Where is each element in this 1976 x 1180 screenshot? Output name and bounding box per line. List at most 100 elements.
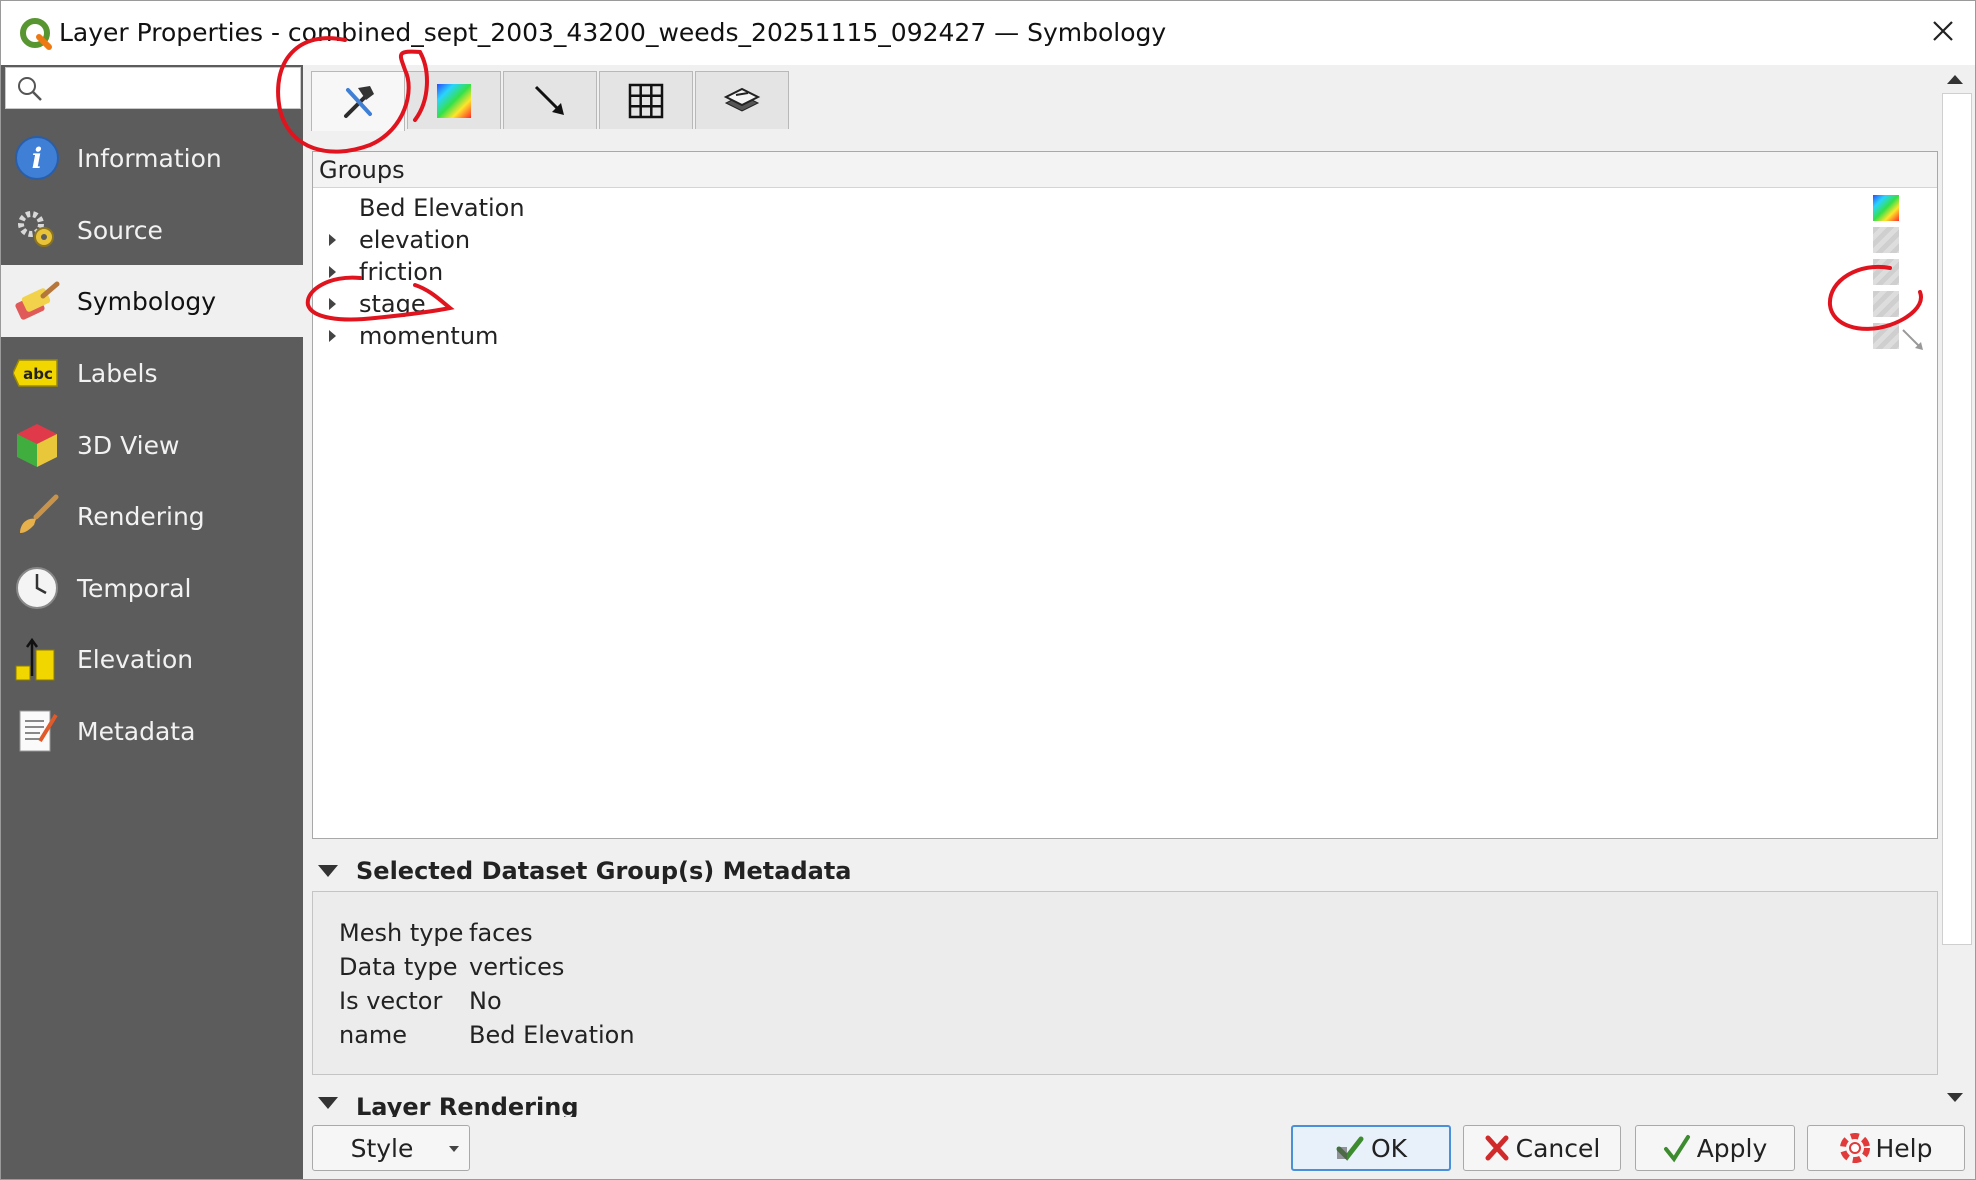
metadata-value: vertices [469, 953, 565, 981]
mesh-grid-icon [628, 83, 664, 118]
group-label: Bed Elevation [359, 194, 525, 222]
group-label: momentum [359, 322, 499, 350]
sidebar-item-label: Temporal [77, 573, 192, 603]
tab-mesh[interactable] [599, 71, 693, 129]
expand-arrow-icon[interactable] [329, 298, 336, 310]
search-icon [18, 77, 42, 101]
sidebar-item-symbology[interactable]: Symbology [1, 265, 303, 337]
metadata-value: No [469, 987, 502, 1015]
sidebar-item-labels[interactable]: abc Labels [1, 337, 303, 409]
search-input[interactable] [5, 67, 301, 109]
sidebar-item-label: Elevation [77, 644, 194, 674]
sidebar-item-label: Metadata [77, 716, 196, 746]
sidebar-item-temporal[interactable]: Temporal [1, 552, 303, 624]
apply-check-icon [1663, 1135, 1690, 1163]
source-gears-icon [13, 206, 61, 254]
metadata-panel: Mesh type faces Data type vertices Is ve… [312, 891, 1938, 1075]
apply-button[interactable]: Apply [1635, 1125, 1795, 1171]
sidebar-item-label: 3D View [77, 430, 180, 460]
cancel-button[interactable]: Cancel [1463, 1125, 1621, 1171]
sidebar-item-source[interactable]: Source [1, 194, 303, 266]
metadata-document-icon [13, 707, 61, 755]
chevron-down-icon [449, 1146, 459, 1152]
group-row-friction[interactable]: friction [313, 256, 1937, 288]
color-ramp-icon [437, 83, 471, 118]
sidebar-item-metadata[interactable]: Metadata [1, 695, 303, 767]
collapse-triangle-icon [318, 865, 338, 877]
metadata-value: Bed Elevation [469, 1021, 635, 1049]
dataset-swatch[interactable] [1873, 227, 1899, 253]
ok-check-icon [1336, 1136, 1364, 1161]
apply-label: Apply [1696, 1133, 1768, 1163]
scroll-down-icon[interactable] [1947, 1093, 1963, 1102]
symbology-brush-icon [13, 277, 61, 325]
group-row-momentum[interactable]: momentum [313, 320, 1937, 352]
metadata-key: Mesh type [339, 919, 464, 947]
dataset-swatch[interactable] [1873, 259, 1899, 285]
sidebar-item-label: Information [77, 143, 222, 173]
tab-vectors[interactable] [503, 71, 597, 129]
scroll-up-icon[interactable] [1947, 75, 1963, 84]
metadata-key: name [339, 1021, 408, 1049]
vector-arrow-icon [1902, 329, 1923, 350]
tab-general[interactable] [311, 71, 405, 131]
rendering-section-toggle[interactable]: Layer Rendering [312, 1083, 1938, 1117]
style-label: Style [350, 1133, 414, 1163]
sidebar-item-information[interactable]: i Information [1, 122, 303, 194]
sidebar-item-label: Rendering [77, 501, 205, 531]
metadata-section-toggle[interactable]: Selected Dataset Group(s) Metadata [312, 851, 1938, 891]
group-row-bed-elevation[interactable]: Bed Elevation [313, 192, 1937, 224]
window-title: Layer Properties - combined_sept_2003_43… [59, 18, 1167, 47]
group-row-stage[interactable]: stage [313, 288, 1937, 320]
qgis-logo-icon [20, 18, 52, 50]
section-title: Selected Dataset Group(s) Metadata [356, 857, 852, 885]
group-label: stage [359, 290, 426, 318]
section-title: Layer Rendering [356, 1093, 579, 1117]
labels-abc-icon: abc [13, 349, 61, 397]
elevation-icon [13, 635, 61, 683]
metadata-key: Data type [339, 953, 458, 981]
cancel-x-icon [1485, 1135, 1509, 1161]
active-dataset-swatch[interactable] [1873, 195, 1899, 221]
layer-properties-dialog: Layer Properties - combined_sept_2003_43… [0, 0, 1976, 1180]
information-icon: i [13, 134, 61, 182]
metadata-value: faces [469, 919, 533, 947]
dataset-swatch[interactable] [1873, 291, 1899, 317]
group-label: elevation [359, 226, 471, 254]
3d-cube-icon [13, 421, 61, 469]
scrollbar-thumb[interactable] [1942, 93, 1972, 945]
rendering-brush-icon [13, 492, 61, 540]
expand-arrow-icon[interactable] [329, 330, 336, 342]
close-icon[interactable] [1921, 15, 1965, 49]
tab-contours[interactable] [407, 71, 501, 129]
metadata-key: Is vector [339, 987, 443, 1015]
group-row-elevation[interactable]: elevation [313, 224, 1937, 256]
svg-text:abc: abc [23, 365, 53, 383]
group-label: friction [359, 258, 444, 286]
expand-arrow-icon[interactable] [329, 234, 336, 246]
dataset-swatch[interactable] [1873, 323, 1899, 349]
vector-arrow-icon [534, 85, 564, 115]
splitter[interactable] [303, 65, 311, 1179]
layer-stack-icon [723, 87, 761, 112]
tab-blending[interactable] [695, 71, 789, 129]
title-bar: Layer Properties - combined_sept_2003_43… [1, 1, 1975, 65]
cancel-label: Cancel [1515, 1133, 1601, 1163]
ok-button[interactable]: OK [1291, 1125, 1451, 1171]
sidebar-item-label: Source [77, 215, 163, 245]
sidebar-item-3d-view[interactable]: 3D View [1, 409, 303, 481]
groups-tree: Groups Bed Elevation elevation friction … [312, 151, 1938, 839]
sidebar-item-rendering[interactable]: Rendering [1, 480, 303, 552]
sidebar-item-elevation[interactable]: Elevation [1, 623, 303, 695]
clock-icon [13, 564, 61, 612]
help-button[interactable]: Help [1807, 1125, 1965, 1171]
style-dropdown-button[interactable]: Style [312, 1125, 470, 1171]
sidebar-item-label: Labels [77, 358, 158, 388]
expand-arrow-icon[interactable] [329, 266, 336, 278]
svg-text:i: i [32, 142, 43, 175]
help-label: Help [1875, 1133, 1933, 1163]
help-lifebuoy-icon [1839, 1133, 1870, 1163]
sidebar-item-label: Symbology [77, 286, 217, 316]
groups-header: Groups [313, 152, 1937, 188]
collapse-triangle-icon [318, 1097, 338, 1109]
